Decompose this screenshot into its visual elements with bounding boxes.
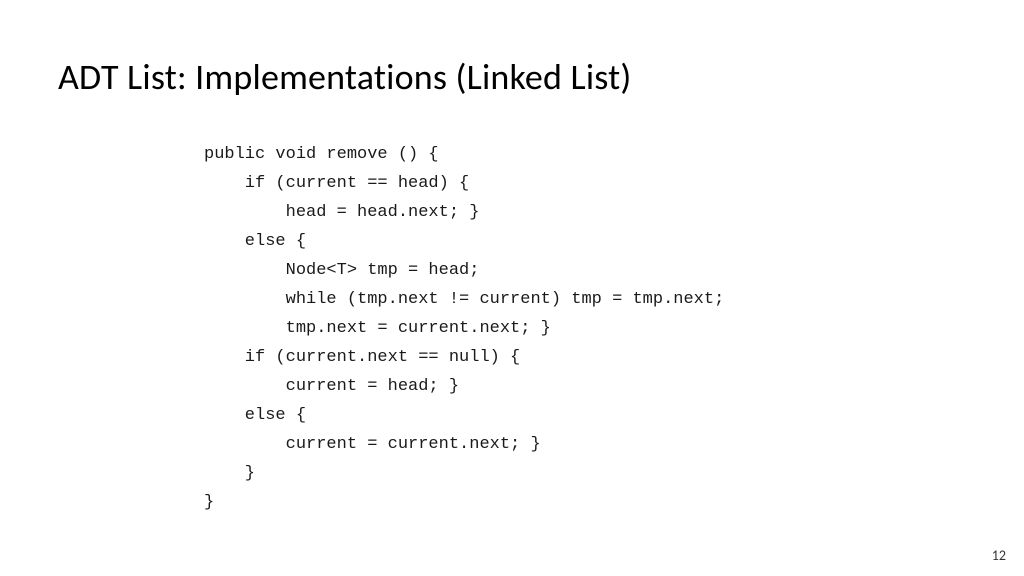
page-number: 12 bbox=[992, 547, 1006, 564]
slide-title: ADT List: Implementations (Linked List) bbox=[58, 55, 632, 99]
code-block: public void remove () { if (current == h… bbox=[204, 140, 724, 517]
